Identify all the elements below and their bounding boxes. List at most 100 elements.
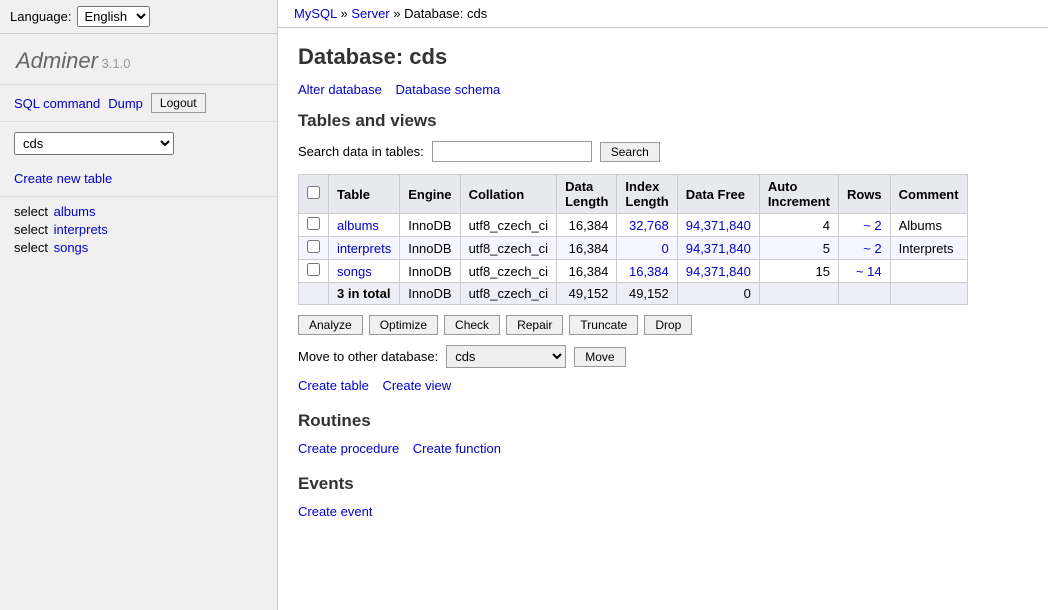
brand-name: Adminer [16, 48, 98, 73]
col-index-length: IndexLength [617, 175, 677, 214]
table-row: songs InnoDB utf8_czech_ci 16,384 16,384… [299, 260, 968, 283]
content-area: Database: cds Alter database Database sc… [278, 28, 1048, 553]
create-view-link[interactable]: Create view [382, 378, 451, 393]
index-length-link-albums[interactable]: 32,768 [629, 218, 669, 233]
page-title: Database: cds [298, 44, 1028, 70]
table-link-songs[interactable]: songs [337, 264, 372, 279]
row-checkbox-interprets [299, 237, 329, 260]
row-engine-albums: InnoDB [400, 214, 460, 237]
index-length-link-interprets[interactable]: 0 [662, 241, 669, 256]
row-comment-interprets: Interprets [890, 237, 967, 260]
sidebar-table-prefix-albums: select [14, 204, 48, 219]
row-collation-songs: utf8_czech_ci [460, 260, 557, 283]
action-buttons-row: Analyze Optimize Check Repair Truncate D… [298, 315, 1028, 335]
col-data-length: DataLength [557, 175, 617, 214]
col-data-free: Data Free [677, 175, 759, 214]
row-name-interprets: interprets [329, 237, 400, 260]
row-rows-albums: ~ 2 [838, 214, 890, 237]
breadcrumb-server[interactable]: Server [351, 6, 389, 21]
checkbox-albums[interactable] [307, 217, 320, 230]
row-auto-increment-interprets: 5 [759, 237, 838, 260]
breadcrumb-mysql[interactable]: MySQL [294, 6, 337, 21]
alter-database-link[interactable]: Alter database [298, 82, 382, 97]
move-button[interactable]: Move [574, 347, 625, 367]
row-name-songs: songs [329, 260, 400, 283]
sidebar-table-list: select albums select interprets select s… [0, 196, 277, 262]
optimize-button[interactable]: Optimize [369, 315, 438, 335]
row-comment-songs [890, 260, 967, 283]
events-section: Events Create event [298, 474, 1028, 519]
main-content: MySQL » Server » Database: cds Database:… [278, 0, 1048, 610]
dump-link[interactable]: Dump [108, 96, 143, 111]
row-data-length-interprets: 16,384 [557, 237, 617, 260]
row-name-albums: albums [329, 214, 400, 237]
rows-link-interprets[interactable]: ~ 2 [863, 241, 881, 256]
row-collation-albums: utf8_czech_ci [460, 214, 557, 237]
repair-button[interactable]: Repair [506, 315, 563, 335]
truncate-button[interactable]: Truncate [569, 315, 638, 335]
row-rows-songs: ~ 14 [838, 260, 890, 283]
table-link-interprets[interactable]: interprets [337, 241, 391, 256]
row-checkbox-albums [299, 214, 329, 237]
brand-version: 3.1.0 [102, 56, 131, 71]
create-new-table-link[interactable]: Create new table [14, 171, 112, 186]
col-comment: Comment [890, 175, 967, 214]
col-rows: Rows [838, 175, 890, 214]
total-rows [838, 283, 890, 305]
sidebar-table-link-songs[interactable]: songs [54, 240, 89, 255]
select-all-checkbox[interactable] [307, 186, 320, 199]
sidebar-actions: SQL command Dump Logout [0, 84, 277, 121]
create-event-link[interactable]: Create event [298, 504, 372, 519]
database-select[interactable]: cds [14, 132, 174, 155]
total-data-free: 0 [677, 283, 759, 305]
language-selector-row: Language: English Czech German French [0, 0, 277, 34]
create-procedure-link[interactable]: Create procedure [298, 441, 399, 456]
search-input[interactable] [432, 141, 592, 162]
check-button[interactable]: Check [444, 315, 500, 335]
data-free-link-interprets[interactable]: 94,371,840 [686, 241, 751, 256]
database-schema-link[interactable]: Database schema [395, 82, 500, 97]
drop-button[interactable]: Drop [644, 315, 692, 335]
checkbox-songs[interactable] [307, 263, 320, 276]
col-table: Table [329, 175, 400, 214]
sidebar-table-prefix-songs: select [14, 240, 48, 255]
sql-command-link[interactable]: SQL command [14, 96, 100, 111]
data-free-link-songs[interactable]: 94,371,840 [686, 264, 751, 279]
analyze-button[interactable]: Analyze [298, 315, 363, 335]
sidebar-table-link-albums[interactable]: albums [54, 204, 96, 219]
row-data-length-songs: 16,384 [557, 260, 617, 283]
row-index-length-albums: 32,768 [617, 214, 677, 237]
row-data-free-songs: 94,371,840 [677, 260, 759, 283]
rows-link-albums[interactable]: ~ 2 [863, 218, 881, 233]
table-row: interprets InnoDB utf8_czech_ci 16,384 0… [299, 237, 968, 260]
sidebar-table-link-interprets[interactable]: interprets [54, 222, 108, 237]
index-length-link-songs[interactable]: 16,384 [629, 264, 669, 279]
logout-button[interactable]: Logout [151, 93, 206, 113]
col-checkbox [299, 175, 329, 214]
rows-link-songs[interactable]: ~ 14 [856, 264, 882, 279]
total-engine: InnoDB [400, 283, 460, 305]
sidebar: Language: English Czech German French Ad… [0, 0, 278, 610]
checkbox-interprets[interactable] [307, 240, 320, 253]
row-data-free-albums: 94,371,840 [677, 214, 759, 237]
row-auto-increment-albums: 4 [759, 214, 838, 237]
row-comment-albums: Albums [890, 214, 967, 237]
data-free-link-albums[interactable]: 94,371,840 [686, 218, 751, 233]
breadcrumb-sep1: » [340, 6, 347, 21]
language-select[interactable]: English Czech German French [77, 6, 150, 27]
events-title: Events [298, 474, 1028, 494]
move-db-select[interactable]: cds [446, 345, 566, 368]
search-button[interactable]: Search [600, 142, 660, 162]
total-auto-increment [759, 283, 838, 305]
row-data-length-albums: 16,384 [557, 214, 617, 237]
row-auto-increment-songs: 15 [759, 260, 838, 283]
create-new-table-area: Create new table [0, 165, 277, 196]
create-table-links: Create table Create view [298, 378, 1028, 393]
table-link-albums[interactable]: albums [337, 218, 379, 233]
create-table-link[interactable]: Create table [298, 378, 369, 393]
brand-area: Adminer 3.1.0 [0, 34, 277, 84]
table-row: albums InnoDB utf8_czech_ci 16,384 32,76… [299, 214, 968, 237]
total-row: 3 in total InnoDB utf8_czech_ci 49,152 4… [299, 283, 968, 305]
total-collation: utf8_czech_ci [460, 283, 557, 305]
create-function-link[interactable]: Create function [413, 441, 501, 456]
